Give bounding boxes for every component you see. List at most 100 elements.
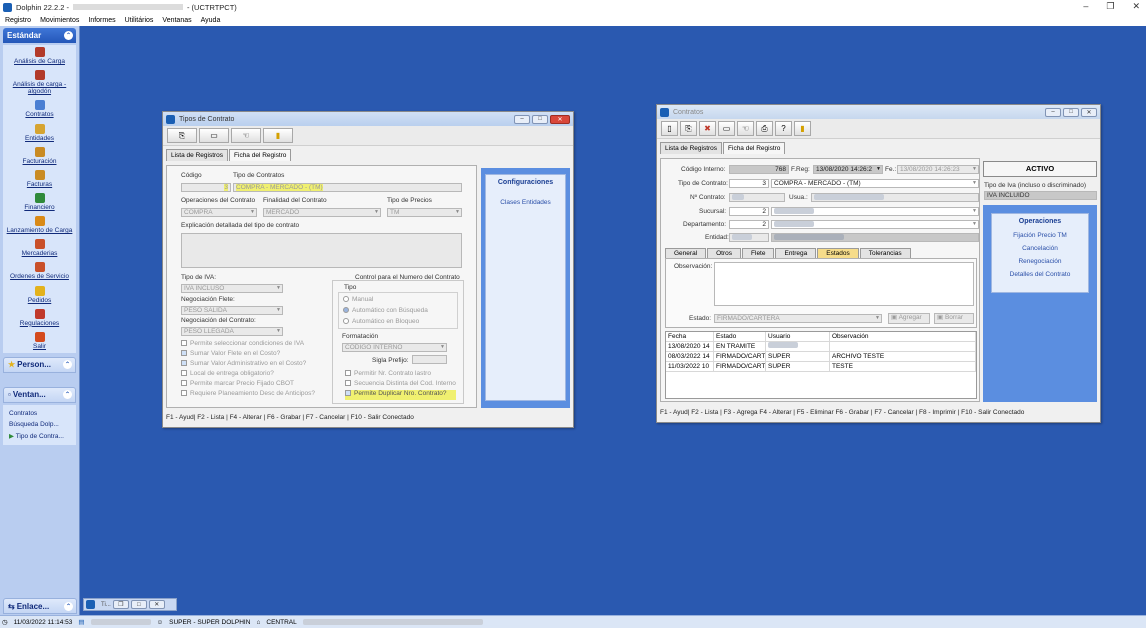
sucursal-code[interactable]: 2 bbox=[729, 207, 769, 216]
contratos-window-titlebar[interactable]: Contratos – □ ✕ bbox=[657, 105, 1100, 119]
maximize-icon[interactable]: □ bbox=[532, 114, 548, 124]
minimize-button[interactable]: – bbox=[1083, 1, 1088, 12]
sidebar-item-0[interactable]: Análisis de Carga bbox=[3, 45, 76, 68]
subtab-flete[interactable]: Flete bbox=[742, 248, 775, 258]
entidad-name[interactable] bbox=[771, 233, 979, 242]
collapse-chevron-icon[interactable]: ⌃ bbox=[63, 390, 72, 400]
sidebar-item-9[interactable]: Ordenes de Servicio bbox=[3, 260, 76, 283]
sidebar-header-person[interactable]: ★ Person... ⌃ bbox=[3, 356, 76, 373]
minimized-window[interactable]: Ti... ❐ □ ✕ bbox=[83, 598, 177, 611]
sidebar-item-8[interactable]: Mercaderias bbox=[3, 237, 76, 260]
restore-button[interactable]: ❐ bbox=[1106, 1, 1114, 12]
sidebar-header-enlace[interactable]: ⇆ Enlace... ⌃ bbox=[3, 598, 77, 614]
checkbox-option[interactable]: Requiere Planeamiento Desc de Anticipos? bbox=[181, 390, 315, 400]
restore-icon[interactable]: ❐ bbox=[112, 600, 129, 609]
observacion-textarea[interactable] bbox=[714, 262, 974, 306]
save-icon[interactable]: ▭ bbox=[199, 128, 229, 143]
sidebar-item-7[interactable]: Lanzamiento de Carga bbox=[3, 214, 76, 237]
departamento-select[interactable]: ▼ bbox=[771, 220, 979, 229]
checkbox-option[interactable]: Permite seleccionar condiciones de IVA bbox=[181, 340, 315, 350]
maximize-icon[interactable]: □ bbox=[1063, 107, 1079, 117]
entidad-code[interactable] bbox=[729, 233, 769, 242]
clases-entidades-link[interactable]: Clases Entidades bbox=[486, 196, 565, 209]
radio-bloqueo[interactable]: Automático en Bloqueo bbox=[343, 318, 419, 325]
tipo-precios-select[interactable]: TM ▼ bbox=[387, 208, 462, 217]
fe-input[interactable]: 13/08/2020 14:26:23 ▼ bbox=[897, 165, 979, 174]
operaciones-select[interactable]: COMPRA ▼ bbox=[181, 208, 257, 217]
sidebar-item-3[interactable]: Entidades bbox=[3, 122, 76, 145]
table-row[interactable]: 08/03/2022 14 FIRMADO/CART SUPER ARCHIVO TE… bbox=[666, 352, 976, 362]
radio-busqueda[interactable]: Automático con Búsqueda bbox=[343, 307, 428, 314]
menu-movimientos[interactable]: Movimientos bbox=[40, 17, 79, 24]
exit-door-icon[interactable]: ▮ bbox=[794, 121, 811, 136]
subtab-entrega[interactable]: Entrega bbox=[775, 248, 817, 258]
menu-ventanas[interactable]: Ventanas bbox=[162, 17, 191, 24]
checkbox-option[interactable]: Secuencia Distinta del Cod. Interno bbox=[345, 380, 456, 390]
subtab-otros[interactable]: Otros bbox=[707, 248, 742, 258]
flete-select[interactable]: PESO SALIDA ▼ bbox=[181, 306, 283, 315]
tipo-contrato-select[interactable]: COMPRA - MERCADO - (TM) ▼ bbox=[771, 179, 979, 188]
exit-door-icon[interactable]: ▮ bbox=[263, 128, 293, 143]
sidebar-item-10[interactable]: Pedidos bbox=[3, 284, 76, 307]
tipos-window-titlebar[interactable]: Tipos de Contrato – □ ✕ bbox=[163, 112, 573, 126]
checkbox-option[interactable]: Local de entrega obligatorio? bbox=[181, 370, 315, 380]
close-icon[interactable]: ✕ bbox=[550, 114, 570, 124]
estado-select[interactable]: FIRMADO/CARTERA ▼ bbox=[714, 314, 882, 323]
checkbox-option[interactable]: Permite marcar Precio Fijado CBOT bbox=[181, 380, 315, 390]
agregar-button[interactable]: ▣ Agregar bbox=[888, 313, 930, 324]
help-icon[interactable]: ? bbox=[775, 121, 792, 136]
sidebar-item-12[interactable]: Salir bbox=[3, 330, 76, 353]
close-button[interactable]: ✕ bbox=[1132, 1, 1140, 12]
tab-lista-registros[interactable]: Lista de Registros bbox=[166, 149, 229, 161]
menu-ayuda[interactable]: Ayuda bbox=[201, 17, 221, 24]
freg-input[interactable]: 13/08/2020 14:26:2 ▼ bbox=[813, 165, 883, 174]
departamento-code[interactable]: 2 bbox=[729, 220, 769, 229]
tipo-iva-input[interactable]: IVA INCLUIDO bbox=[984, 191, 1097, 200]
ventan-item-contratos[interactable]: Contratos bbox=[3, 408, 76, 419]
menu-utilitarios[interactable]: Utilitários bbox=[125, 17, 154, 24]
copy-icon[interactable]: ⎘ bbox=[680, 121, 697, 136]
explicacion-textarea[interactable] bbox=[181, 233, 462, 268]
operacion-link[interactable]: Fijación Precio TM bbox=[992, 229, 1088, 242]
radio-manual[interactable]: Manual bbox=[343, 296, 373, 303]
menu-registro[interactable]: Registro bbox=[5, 17, 31, 24]
iva-select[interactable]: IVA INCLUSO ▼ bbox=[181, 284, 283, 293]
menu-informes[interactable]: Informes bbox=[88, 17, 115, 24]
table-row[interactable]: 13/08/2020 14 EN TRAMITE bbox=[666, 342, 976, 352]
sidebar-item-4[interactable]: Facturación bbox=[3, 145, 76, 168]
collapse-chevron-icon[interactable]: ⌃ bbox=[63, 360, 72, 370]
print-icon[interactable]: ⎙ bbox=[756, 121, 773, 136]
operacion-link[interactable]: Detalles del Contrato bbox=[992, 268, 1088, 281]
subtab-estados[interactable]: Estados bbox=[817, 248, 859, 258]
new-record-icon[interactable]: ⎘ bbox=[167, 128, 197, 143]
borrar-button[interactable]: ▣ Borrar bbox=[934, 313, 974, 324]
sidebar-item-11[interactable]: Regulaciones bbox=[3, 307, 76, 330]
subtab-tolerancias[interactable]: Tolerancias bbox=[859, 248, 911, 258]
ventan-item-busqueda[interactable]: Búsqueda Dolp... bbox=[3, 419, 76, 430]
sidebar-header-ventan[interactable]: ▫ Ventan... ⌃ bbox=[3, 386, 76, 403]
operacion-link[interactable]: Cancelación bbox=[992, 242, 1088, 255]
delete-icon[interactable]: ✖ bbox=[699, 121, 716, 136]
tab-lista-registros[interactable]: Lista de Registros bbox=[660, 142, 723, 154]
sigla-input[interactable] bbox=[412, 355, 447, 364]
close-icon[interactable]: ✕ bbox=[1081, 107, 1097, 117]
finalidad-select[interactable]: MERCADO ▼ bbox=[263, 208, 381, 217]
sidebar-item-5[interactable]: Facturas bbox=[3, 168, 76, 191]
tipo-contrato-code[interactable]: 3 bbox=[729, 179, 769, 188]
close-icon[interactable]: ✕ bbox=[148, 600, 165, 609]
ventan-item-tipo[interactable]: ▶ Tipo de Contra... bbox=[3, 430, 76, 442]
sidebar-item-2[interactable]: Contratos bbox=[3, 98, 76, 121]
usua-input[interactable] bbox=[811, 193, 979, 202]
sidebar-item-6[interactable]: Financiero bbox=[3, 191, 76, 214]
tipo-contratos-input[interactable]: COMPRA - MERCADO - (TM) bbox=[233, 183, 462, 192]
save-icon[interactable]: ▭ bbox=[718, 121, 735, 136]
cancel-icon[interactable]: ☜ bbox=[231, 128, 261, 143]
tab-ficha-registro[interactable]: Ficha del Registro bbox=[723, 142, 786, 154]
checkbox-option[interactable]: Sumar Valor Administrativo en el Costo? bbox=[181, 360, 315, 370]
collapse-chevron-icon[interactable]: ⌃ bbox=[64, 31, 73, 40]
subtab-general[interactable]: General bbox=[665, 248, 707, 258]
tab-ficha-registro[interactable]: Ficha del Registro bbox=[229, 149, 292, 161]
checkbox-option[interactable]: Sumar Valor Flete en el Costo? bbox=[181, 350, 315, 360]
sidebar-header-estandar[interactable]: Estándar ⌃ bbox=[3, 28, 76, 43]
collapse-chevron-icon[interactable]: ⌃ bbox=[64, 601, 73, 611]
